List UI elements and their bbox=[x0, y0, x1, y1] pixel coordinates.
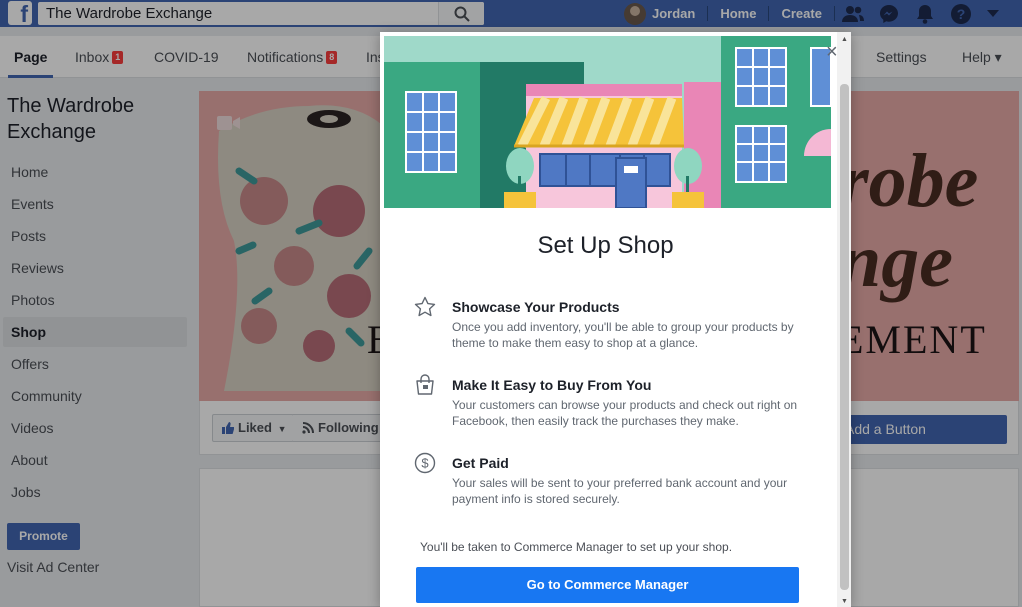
shopping-bag-icon bbox=[416, 374, 434, 395]
star-icon bbox=[414, 296, 436, 317]
dialog-title: Set Up Shop bbox=[537, 232, 674, 259]
go-to-commerce-manager-button[interactable]: Go to Commerce Manager bbox=[416, 567, 799, 603]
dollar-circle-icon: $ bbox=[414, 452, 436, 474]
feature-description: Once you add inventory, you'll be able t… bbox=[452, 320, 794, 350]
scroll-down-arrow-icon[interactable]: ▼ bbox=[840, 598, 849, 606]
feature-title: Make It Easy to Buy From You bbox=[452, 377, 652, 393]
set-up-shop-dialog: × Set Up Shop Showcase Your Products Onc… bbox=[380, 32, 851, 607]
commerce-manager-note: You'll be taken to Commerce Manager to s… bbox=[420, 540, 733, 554]
feature-description: Your customers can browse your products … bbox=[452, 398, 798, 428]
storefront-illustration bbox=[384, 36, 831, 208]
feature-description: Your sales will be sent to your preferre… bbox=[452, 476, 788, 506]
scroll-up-arrow-icon[interactable]: ▲ bbox=[840, 36, 849, 44]
svg-text:$: $ bbox=[421, 456, 429, 471]
feature-title: Get Paid bbox=[452, 455, 509, 471]
feature-title: Showcase Your Products bbox=[452, 299, 620, 315]
scrollbar-thumb[interactable] bbox=[840, 84, 849, 590]
close-icon[interactable]: × bbox=[826, 42, 838, 62]
